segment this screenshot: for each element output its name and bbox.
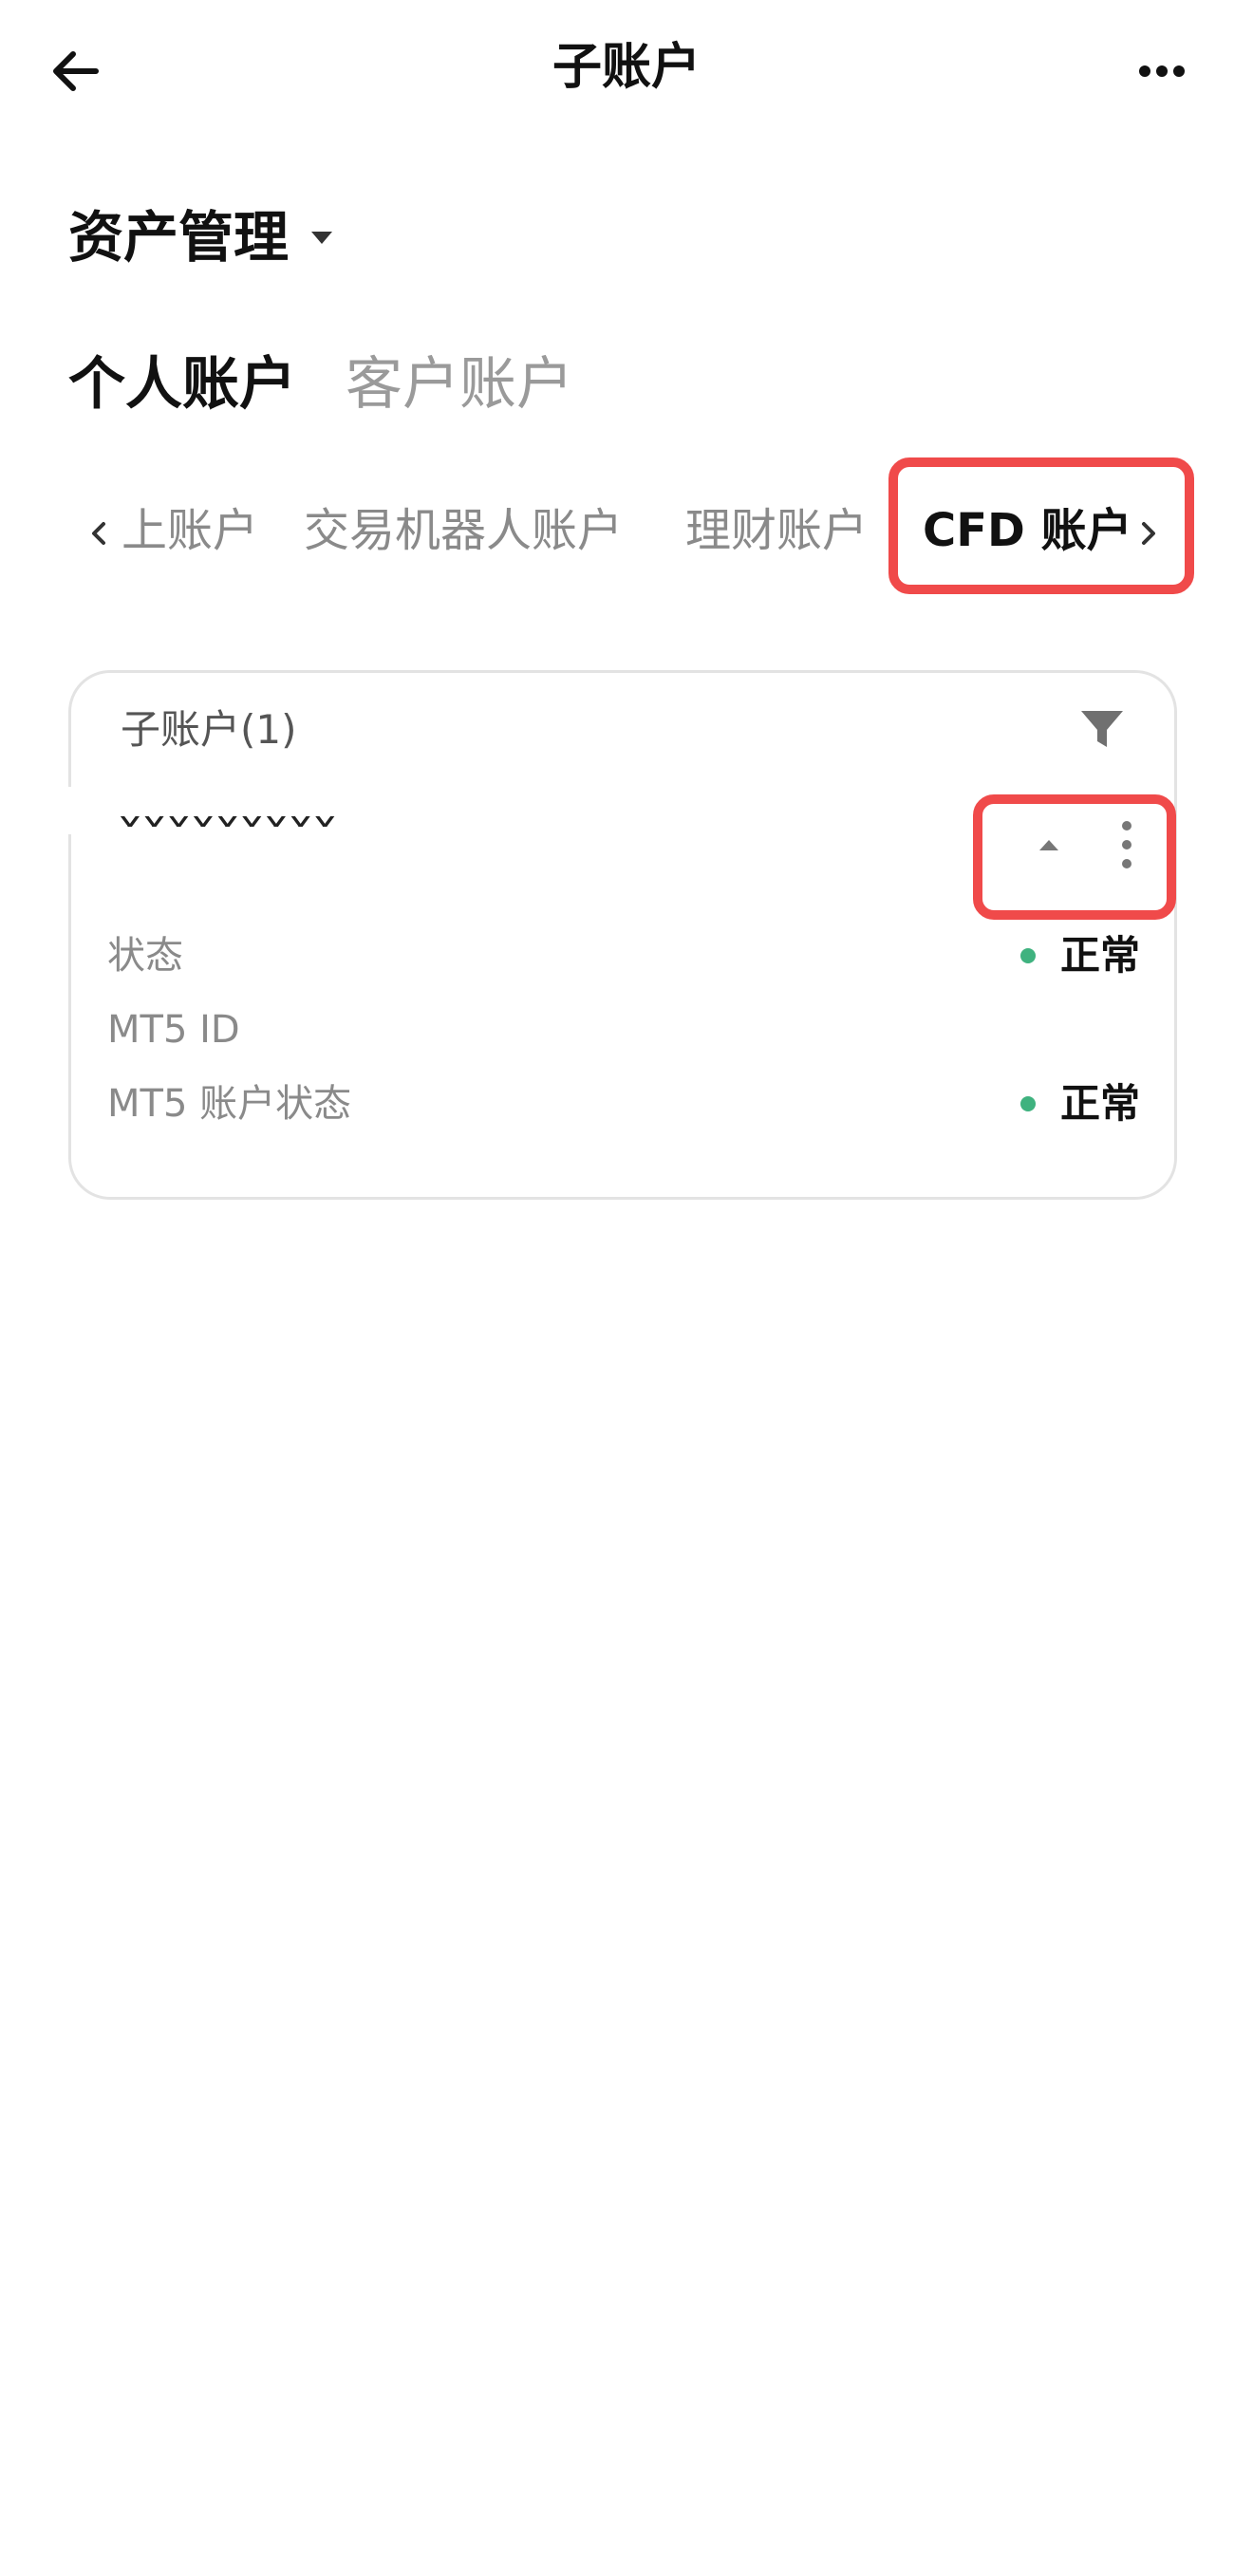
sub-account-menu-button[interactable] xyxy=(1108,812,1146,878)
filter-button[interactable] xyxy=(1077,705,1127,755)
more-button[interactable] xyxy=(1124,38,1200,104)
card-actions xyxy=(1003,806,1155,882)
status-ok-dot xyxy=(1019,948,1036,963)
sub-account-count: 子账户(1) xyxy=(121,706,297,753)
caret-up-icon xyxy=(1039,840,1058,850)
sub-account-name: xxxxxxxxx xyxy=(119,806,338,827)
top-bar: 子账户 xyxy=(0,0,1253,142)
sub-account-card: 子账户(1) xxxxxxxxx 状态 正常 MT5 ID MT5 账户状态 xyxy=(67,670,1177,1200)
asset-management-label: 资产管理 xyxy=(68,205,290,270)
tab-sub-account[interactable]: 上账户 xyxy=(122,499,258,562)
tab-trading-bot-account[interactable]: 交易机器人账户 xyxy=(304,499,623,562)
mt5-status-ok-dot xyxy=(1019,1096,1036,1111)
filter-icon xyxy=(1081,711,1123,747)
tab-cfd-account[interactable]: CFD 账户 xyxy=(923,499,1132,562)
more-horizontal-icon xyxy=(1139,65,1185,77)
tab-personal-account[interactable]: 个人账户 xyxy=(68,346,296,422)
status-value: 正常 xyxy=(1019,929,1140,982)
page-title: 子账户 xyxy=(552,39,701,96)
collapse-button[interactable] xyxy=(1030,831,1068,859)
chevron-right-icon xyxy=(1142,522,1155,545)
card-edge-mask xyxy=(67,787,105,834)
mt5-account-status-value: 正常 xyxy=(1019,1077,1140,1130)
asset-management-dropdown[interactable]: 资产管理 xyxy=(68,199,333,275)
chevron-left-icon xyxy=(92,522,105,545)
tab-client-account[interactable]: 客户账户 xyxy=(346,346,573,422)
more-vertical-icon xyxy=(1122,821,1131,868)
status-text: 正常 xyxy=(1059,932,1140,979)
mt5-account-status-label: MT5 账户状态 xyxy=(107,1082,352,1126)
scroll-left-button[interactable] xyxy=(80,514,118,552)
scroll-right-button[interactable] xyxy=(1130,514,1168,552)
tab-earn-account[interactable]: 理财账户 xyxy=(685,499,868,562)
status-label: 状态 xyxy=(107,934,183,978)
account-category-tabs: 上账户 交易机器人账户 理财账户 CFD 账户 xyxy=(68,457,1194,594)
mt5-id-label: MT5 ID xyxy=(107,1008,240,1052)
mt5-status-text: 正常 xyxy=(1059,1080,1140,1127)
caret-down-icon xyxy=(311,231,333,244)
account-type-tabs: 个人账户 客户账户 xyxy=(68,346,623,422)
